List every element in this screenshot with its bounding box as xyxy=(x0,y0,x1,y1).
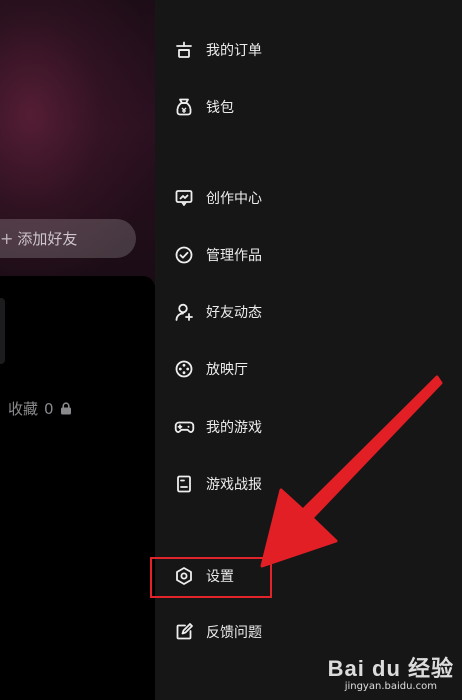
settings-highlight-box xyxy=(150,557,272,598)
screening-room-icon xyxy=(173,358,195,380)
manage-works-icon xyxy=(173,244,195,266)
menu-item-creator-center[interactable]: 创作中心 xyxy=(173,181,262,215)
menu-item-my-games[interactable]: 我的游戏 xyxy=(173,410,262,444)
menu-item-label: 反馈问题 xyxy=(206,625,262,641)
menu-item-label: 创作中心 xyxy=(206,191,262,207)
lock-icon xyxy=(60,402,72,415)
feedback-icon xyxy=(173,621,195,643)
plus-icon: + xyxy=(0,229,14,248)
game-report-icon xyxy=(173,473,195,495)
menu-item-label: 游戏战报 xyxy=(206,477,262,493)
menu-item-game-report[interactable]: 游戏战报 xyxy=(173,467,262,501)
profile-panel: + 添加好友 收藏 0 xyxy=(0,0,155,700)
menu-item-wallet[interactable]: 钱包 xyxy=(173,90,234,124)
watermark-url: jingyan.baidu.com xyxy=(344,681,437,692)
menu-item-label: 我的订单 xyxy=(206,43,262,59)
add-friend-button[interactable]: + 添加好友 xyxy=(0,219,136,258)
menu-item-label: 好友动态 xyxy=(206,305,262,321)
menu-item-label: 管理作品 xyxy=(206,248,262,264)
friend-activity-icon xyxy=(173,301,195,323)
order-icon xyxy=(173,39,195,61)
creator-center-icon xyxy=(173,187,195,209)
add-friend-label: 添加好友 xyxy=(17,230,78,248)
menu-item-my-orders[interactable]: 我的订单 xyxy=(173,33,262,67)
collect-count: 0 xyxy=(44,399,54,418)
menu-item-screening-room[interactable]: 放映厅 xyxy=(173,352,248,386)
menu-item-manage-works[interactable]: 管理作品 xyxy=(173,238,262,272)
menu-item-friend-activity[interactable]: 好友动态 xyxy=(173,295,262,329)
menu-item-feedback[interactable]: 反馈问题 xyxy=(173,615,262,649)
wallet-icon xyxy=(173,96,195,118)
collect-tab[interactable]: 收藏 0 xyxy=(8,398,72,419)
profile-tab-edge xyxy=(0,298,5,364)
profile-content-card xyxy=(0,276,155,700)
menu-item-label: 放映厅 xyxy=(206,362,248,378)
menu-item-label: 我的游戏 xyxy=(206,420,262,436)
menu-item-label: 钱包 xyxy=(206,100,234,116)
watermark: Bai du 经验 jingyan.baidu.com xyxy=(328,651,454,692)
watermark-logo: Bai du 经验 xyxy=(327,656,454,681)
collect-label: 收藏 xyxy=(8,400,39,418)
gamepad-icon xyxy=(173,416,195,438)
